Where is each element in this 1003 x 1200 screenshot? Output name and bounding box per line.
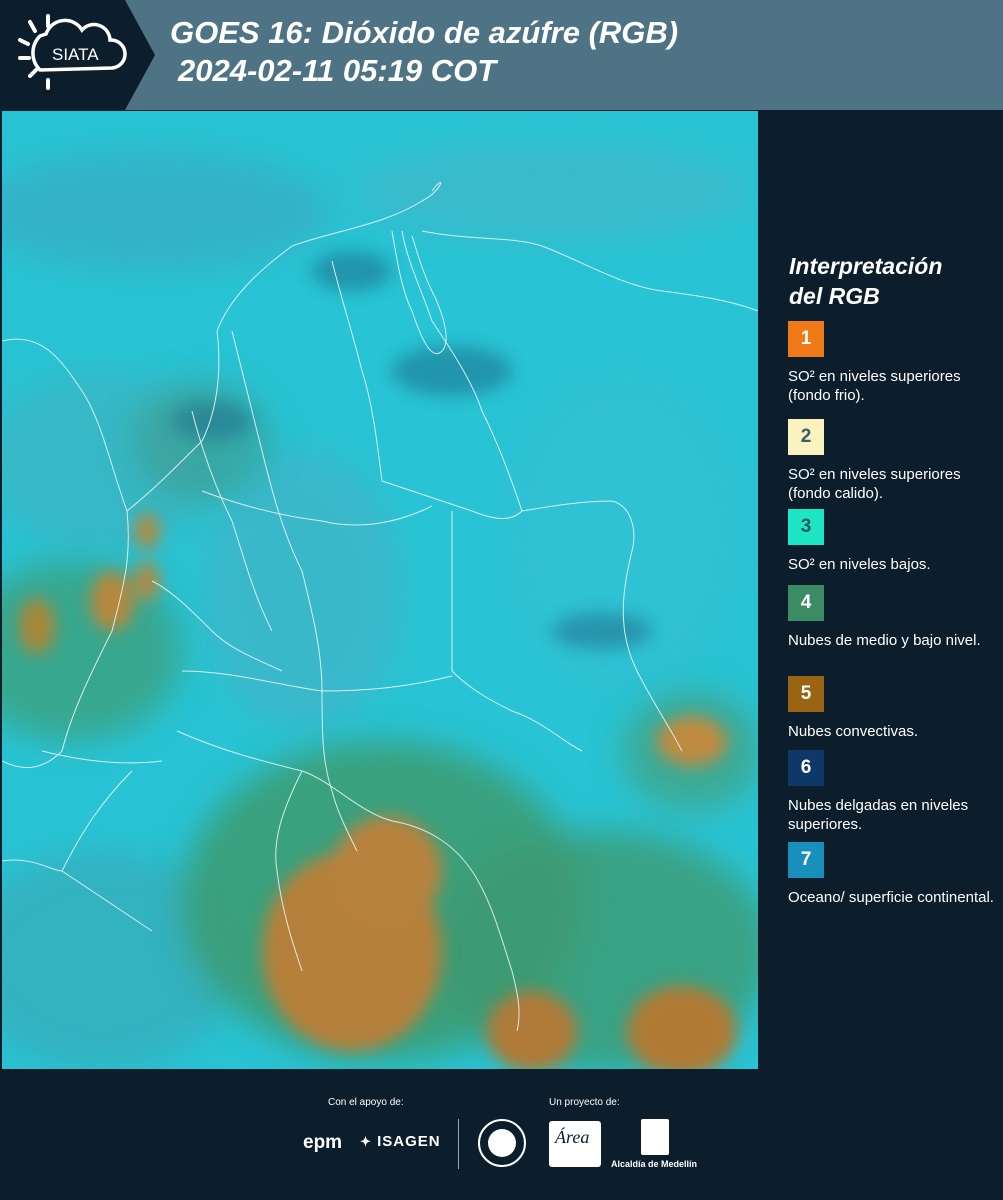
siata-logo: SIATA	[0, 0, 155, 110]
legend-item-3: 3 SO² en niveles bajos.	[788, 509, 998, 574]
legend-swatch-1: 1	[788, 321, 824, 357]
isagen-text: ISAGEN	[377, 1133, 441, 1150]
legend-item-1: 1 SO² en niveles superiores (fondo frio)…	[788, 321, 998, 405]
epm-logo: epm	[303, 1132, 343, 1153]
legend-title-line-1: Interpretación	[789, 253, 943, 279]
legend-label-5: Nubes convectivas.	[788, 723, 919, 740]
isagen-icon: ✦	[360, 1134, 372, 1149]
medellin-crest-icon	[641, 1119, 669, 1155]
footer-divider	[458, 1119, 459, 1169]
legend-swatch-3: 3	[788, 509, 824, 545]
legend-swatch-2: 2	[788, 419, 824, 455]
legend-label-7: Oceano/ superficie continental.	[788, 889, 994, 906]
title-line-1: GOES 16: Dióxido de azúfre (RGB)	[170, 15, 679, 50]
satellite-map	[2, 111, 758, 1069]
legend-label-3: SO² en niveles bajos.	[788, 556, 931, 573]
alcaldia-medellin-text: Alcaldía de Medellín	[611, 1159, 698, 1169]
project-label: Un proyecto de:	[549, 1097, 620, 1108]
legend-item-4: 4 Nubes de medio y bajo nivel.	[788, 585, 998, 650]
header-bar: SIATA GOES 16: Dióxido de azúfre (RGB) 2…	[0, 0, 1003, 110]
legend-title: Interpretación del RGB	[789, 251, 942, 311]
title-line-2: 2024-02-11 05:19 COT	[178, 53, 497, 88]
legend-swatch-5: 5	[788, 676, 824, 712]
isagen-logo: ✦ ISAGEN	[360, 1133, 441, 1150]
legend-swatch-7: 7	[788, 842, 824, 878]
legend-item-5: 5 Nubes convectivas.	[788, 676, 998, 741]
siata-logo-text: SIATA	[52, 45, 99, 64]
legend-swatch-6: 6	[788, 750, 824, 786]
page-title: GOES 16: Dióxido de azúfre (RGB) 2024-02…	[170, 14, 678, 90]
legend-item-6: 6 Nubes delgadas en niveles superiores.	[788, 750, 998, 834]
legend-label-1: SO² en niveles superiores (fondo frio).	[788, 368, 961, 404]
support-label: Con el apoyo de:	[328, 1097, 404, 1108]
area-logo-text: Área	[555, 1127, 590, 1147]
legend-label-4: Nubes de medio y bajo nivel.	[788, 632, 981, 649]
legend-label-6: Nubes delgadas en niveles superiores.	[788, 797, 969, 833]
area-metropolitana-logo: Área	[549, 1121, 601, 1167]
footer: Con el apoyo de: Un proyecto de: epm ✦ I…	[0, 1069, 1003, 1200]
legend-swatch-4: 4	[788, 585, 824, 621]
legend-title-line-2: del RGB	[789, 283, 880, 309]
medellin-seal-icon	[478, 1119, 526, 1167]
legend-panel: Interpretación del RGB 1 SO² en niveles …	[760, 111, 1003, 1069]
legend-label-2: SO² en niveles superiores (fondo calido)…	[788, 466, 961, 502]
legend-item-2: 2 SO² en niveles superiores (fondo calid…	[788, 419, 998, 509]
legend-item-7: 7 Oceano/ superficie continental.	[788, 842, 998, 907]
